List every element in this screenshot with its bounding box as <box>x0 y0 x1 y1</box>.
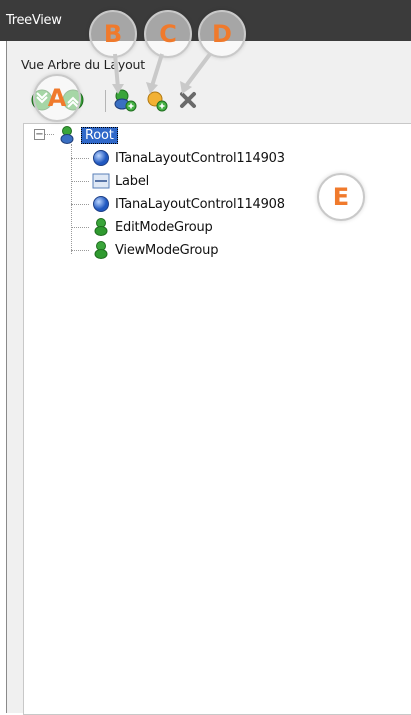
group-icon <box>60 126 74 144</box>
group-icon <box>94 241 108 259</box>
tree-connector <box>71 204 89 205</box>
root-expander[interactable]: − <box>34 129 45 140</box>
callout-arrows <box>112 52 212 94</box>
tree-node-label: ITanaLayoutControl114903 <box>115 150 285 166</box>
callout-a: A <box>33 74 81 122</box>
tree-connector <box>71 144 72 254</box>
blue-sphere-icon <box>93 196 109 212</box>
tree-node-editmodegroup[interactable]: EditModeGroup <box>92 216 213 238</box>
tree-connector <box>71 181 89 182</box>
callout-c: C <box>144 10 192 58</box>
tree-connector <box>71 227 89 228</box>
tree-node-label-item[interactable]: Label <box>92 170 149 192</box>
treeview-panel: Vue Arbre du Layout − Root ITanaLayoutCo… <box>6 41 411 715</box>
blue-sphere-icon <box>93 150 109 166</box>
tree-node-label: Label <box>115 173 150 189</box>
group-icon <box>94 218 108 236</box>
window-title: TreeView <box>6 13 62 28</box>
callout-d: D <box>198 10 246 58</box>
tree-node-label: ViewModeGroup <box>115 242 219 258</box>
callout-b: B <box>89 10 137 58</box>
tree-node-control-114908[interactable]: ITanaLayoutControl114908 <box>92 193 285 215</box>
label-icon <box>92 173 110 189</box>
tree-connector <box>71 250 89 251</box>
tree-connector <box>45 134 54 135</box>
callout-e: E <box>317 173 365 221</box>
tree-node-label: ITanaLayoutControl114908 <box>115 196 285 212</box>
tree-node-viewmodegroup[interactable]: ViewModeGroup <box>92 239 218 261</box>
tree-node-label: Root <box>81 126 118 144</box>
tree-node-label: EditModeGroup <box>115 219 213 235</box>
tree-node-control-114903[interactable]: ITanaLayoutControl114903 <box>92 147 285 169</box>
tree-node-root[interactable]: Root <box>58 124 118 146</box>
tree-connector <box>71 158 89 159</box>
